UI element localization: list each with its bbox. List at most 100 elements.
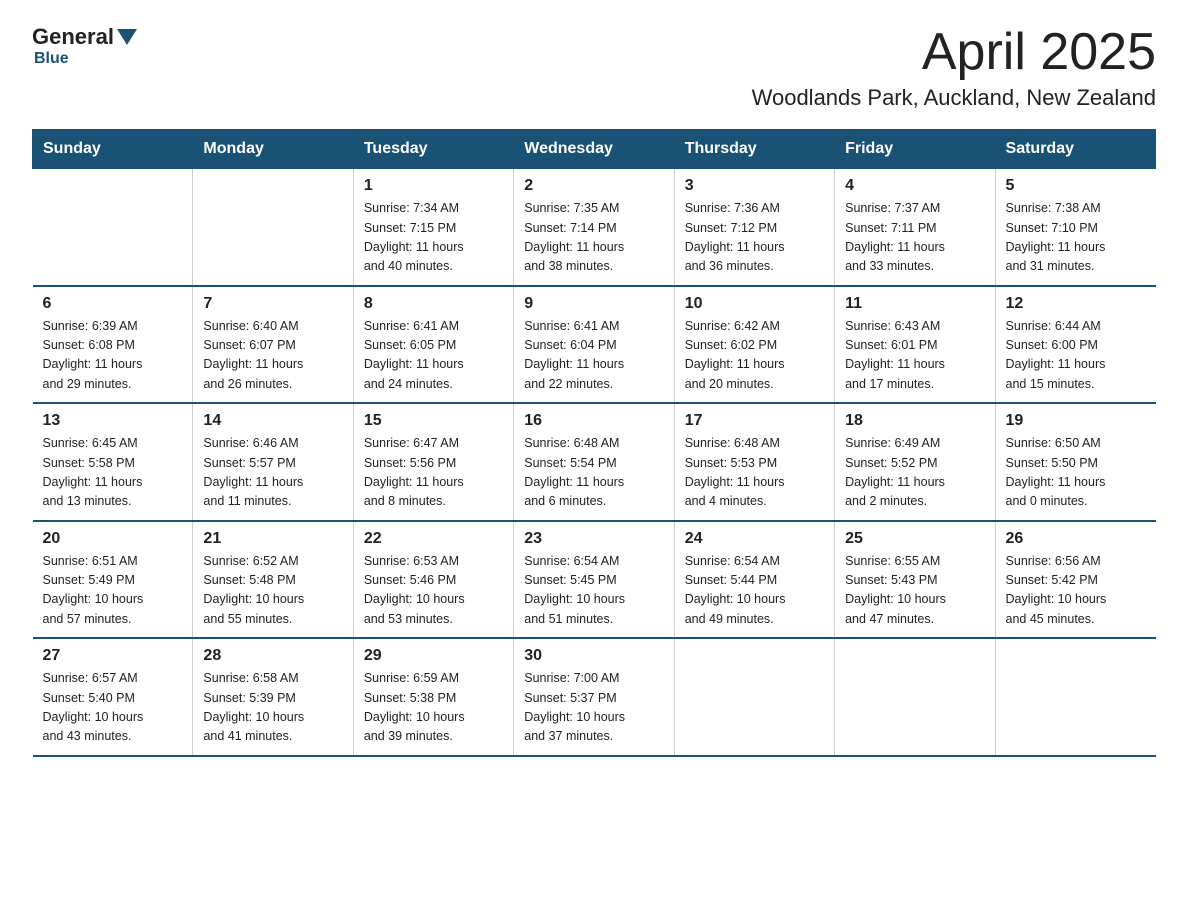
day-info: Sunrise: 6:43 AM Sunset: 6:01 PM Dayligh… [845,317,984,395]
day-info: Sunrise: 7:36 AM Sunset: 7:12 PM Dayligh… [685,199,824,277]
day-number: 14 [203,412,342,430]
calendar-cell: 7 Sunrise: 6:40 AM Sunset: 6:07 PM Daylig… [193,286,353,404]
day-info: Sunrise: 6:51 AM Sunset: 5:49 PM Dayligh… [43,552,183,630]
calendar-week-row: 6 Sunrise: 6:39 AM Sunset: 6:08 PM Daylig… [33,286,1156,404]
weekday-header-saturday: Saturday [995,130,1155,169]
day-info: Sunrise: 6:54 AM Sunset: 5:44 PM Dayligh… [685,552,824,630]
calendar-cell: 11 Sunrise: 6:43 AM Sunset: 6:01 PM Dayli… [835,286,995,404]
day-info: Sunrise: 6:50 AM Sunset: 5:50 PM Dayligh… [1006,434,1146,512]
day-info: Sunrise: 6:40 AM Sunset: 6:07 PM Dayligh… [203,317,342,395]
day-info: Sunrise: 6:57 AM Sunset: 5:40 PM Dayligh… [43,669,183,747]
day-info: Sunrise: 6:48 AM Sunset: 5:54 PM Dayligh… [524,434,663,512]
day-number: 18 [845,412,984,430]
day-number: 27 [43,647,183,665]
calendar-cell: 1 Sunrise: 7:34 AM Sunset: 7:15 PM Daylig… [353,169,513,286]
day-number: 1 [364,177,503,195]
day-number: 6 [43,295,183,313]
calendar-cell [835,638,995,756]
day-info: Sunrise: 6:49 AM Sunset: 5:52 PM Dayligh… [845,434,984,512]
calendar-cell: 20 Sunrise: 6:51 AM Sunset: 5:49 PM Dayli… [33,521,193,639]
weekday-header-thursday: Thursday [674,130,834,169]
calendar-cell: 16 Sunrise: 6:48 AM Sunset: 5:54 PM Dayli… [514,403,674,521]
weekday-header-wednesday: Wednesday [514,130,674,169]
day-number: 21 [203,530,342,548]
day-info: Sunrise: 6:41 AM Sunset: 6:04 PM Dayligh… [524,317,663,395]
calendar-cell: 5 Sunrise: 7:38 AM Sunset: 7:10 PM Daylig… [995,169,1155,286]
logo-arrow-icon [117,29,137,45]
day-info: Sunrise: 6:42 AM Sunset: 6:02 PM Dayligh… [685,317,824,395]
logo: General Blue [32,24,137,68]
day-number: 23 [524,530,663,548]
day-number: 11 [845,295,984,313]
day-info: Sunrise: 7:34 AM Sunset: 7:15 PM Dayligh… [364,199,503,277]
title-block: April 2025 Woodlands Park, Auckland, New… [752,24,1156,111]
day-number: 19 [1006,412,1146,430]
day-number: 15 [364,412,503,430]
day-number: 7 [203,295,342,313]
day-info: Sunrise: 6:58 AM Sunset: 5:39 PM Dayligh… [203,669,342,747]
calendar-cell [674,638,834,756]
day-info: Sunrise: 6:59 AM Sunset: 5:38 PM Dayligh… [364,669,503,747]
day-number: 30 [524,647,663,665]
day-number: 2 [524,177,663,195]
calendar-cell [995,638,1155,756]
calendar-cell: 28Sunrise: 6:58 AM Sunset: 5:39 PM Dayli… [193,638,353,756]
day-info: Sunrise: 6:41 AM Sunset: 6:05 PM Dayligh… [364,317,503,395]
day-number: 13 [43,412,183,430]
calendar-cell: 10 Sunrise: 6:42 AM Sunset: 6:02 PM Dayli… [674,286,834,404]
day-info: Sunrise: 6:46 AM Sunset: 5:57 PM Dayligh… [203,434,342,512]
month-title: April 2025 [752,24,1156,81]
day-number: 3 [685,177,824,195]
calendar-cell: 29 Sunrise: 6:59 AM Sunset: 5:38 PM Dayli… [353,638,513,756]
day-info: Sunrise: 6:52 AM Sunset: 5:48 PM Dayligh… [203,552,342,630]
calendar-cell: 27 Sunrise: 6:57 AM Sunset: 5:40 PM Dayli… [33,638,193,756]
day-number: 17 [685,412,824,430]
calendar-cell: 18 Sunrise: 6:49 AM Sunset: 5:52 PM Dayli… [835,403,995,521]
day-number: 5 [1006,177,1146,195]
day-info: Sunrise: 7:38 AM Sunset: 7:10 PM Dayligh… [1006,199,1146,277]
day-info: Sunrise: 6:45 AM Sunset: 5:58 PM Dayligh… [43,434,183,512]
day-number: 29 [364,647,503,665]
calendar-cell: 21 Sunrise: 6:52 AM Sunset: 5:48 PM Dayli… [193,521,353,639]
calendar-cell: 6 Sunrise: 6:39 AM Sunset: 6:08 PM Daylig… [33,286,193,404]
calendar-cell: 30 Sunrise: 7:00 AM Sunset: 5:37 PM Dayli… [514,638,674,756]
day-info: Sunrise: 6:39 AM Sunset: 6:08 PM Dayligh… [43,317,183,395]
day-info: Sunrise: 7:37 AM Sunset: 7:11 PM Dayligh… [845,199,984,277]
day-number: 8 [364,295,503,313]
calendar-week-row: 27 Sunrise: 6:57 AM Sunset: 5:40 PM Dayli… [33,638,1156,756]
day-info: Sunrise: 6:53 AM Sunset: 5:46 PM Dayligh… [364,552,503,630]
calendar-cell: 23 Sunrise: 6:54 AM Sunset: 5:45 PM Dayli… [514,521,674,639]
calendar-cell: 2 Sunrise: 7:35 AM Sunset: 7:14 PM Daylig… [514,169,674,286]
day-info: Sunrise: 6:48 AM Sunset: 5:53 PM Dayligh… [685,434,824,512]
calendar-body: 1 Sunrise: 7:34 AM Sunset: 7:15 PM Daylig… [33,169,1156,756]
day-number: 10 [685,295,824,313]
calendar-cell: 9 Sunrise: 6:41 AM Sunset: 6:04 PM Daylig… [514,286,674,404]
day-number: 12 [1006,295,1146,313]
day-info: Sunrise: 7:00 AM Sunset: 5:37 PM Dayligh… [524,669,663,747]
day-info: Sunrise: 6:47 AM Sunset: 5:56 PM Dayligh… [364,434,503,512]
page-header: General Blue April 2025 Woodlands Park, … [32,24,1156,111]
calendar-cell: 22 Sunrise: 6:53 AM Sunset: 5:46 PM Dayli… [353,521,513,639]
weekday-header-row: SundayMondayTuesdayWednesdayThursdayFrid… [33,130,1156,169]
calendar-cell: 4Sunrise: 7:37 AM Sunset: 7:11 PM Daylig… [835,169,995,286]
calendar-cell: 17 Sunrise: 6:48 AM Sunset: 5:53 PM Dayli… [674,403,834,521]
calendar-cell: 19 Sunrise: 6:50 AM Sunset: 5:50 PM Dayli… [995,403,1155,521]
calendar-cell [33,169,193,286]
day-number: 16 [524,412,663,430]
day-info: Sunrise: 7:35 AM Sunset: 7:14 PM Dayligh… [524,199,663,277]
weekday-header-sunday: Sunday [33,130,193,169]
day-info: Sunrise: 6:54 AM Sunset: 5:45 PM Dayligh… [524,552,663,630]
calendar-cell: 12Sunrise: 6:44 AM Sunset: 6:00 PM Dayli… [995,286,1155,404]
day-number: 20 [43,530,183,548]
calendar-cell: 14 Sunrise: 6:46 AM Sunset: 5:57 PM Dayli… [193,403,353,521]
day-number: 22 [364,530,503,548]
calendar-cell: 24Sunrise: 6:54 AM Sunset: 5:44 PM Dayli… [674,521,834,639]
calendar-week-row: 13 Sunrise: 6:45 AM Sunset: 5:58 PM Dayli… [33,403,1156,521]
calendar-week-row: 20 Sunrise: 6:51 AM Sunset: 5:49 PM Dayli… [33,521,1156,639]
logo-general-text: General [32,24,114,50]
weekday-header-friday: Friday [835,130,995,169]
calendar-cell: 3 Sunrise: 7:36 AM Sunset: 7:12 PM Daylig… [674,169,834,286]
day-number: 9 [524,295,663,313]
day-number: 26 [1006,530,1146,548]
location-title: Woodlands Park, Auckland, New Zealand [752,85,1156,111]
